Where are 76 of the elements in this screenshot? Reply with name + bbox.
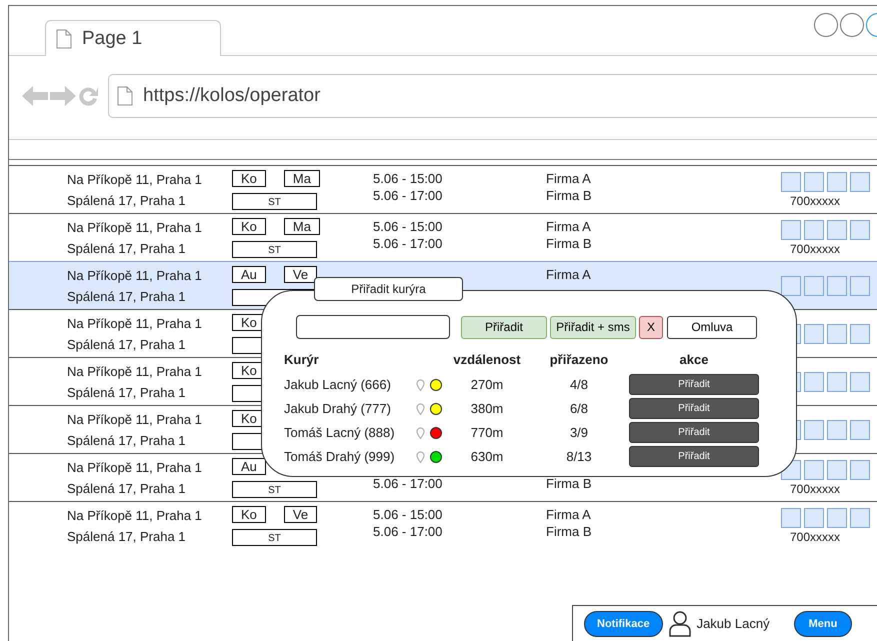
pickup-address: Na Příkopě 11, Praha 1 xyxy=(67,268,203,282)
company-to: Firma B xyxy=(546,476,592,491)
assigned-count: 4/8 xyxy=(568,377,590,392)
notifications-button[interactable]: Notifikace xyxy=(584,610,663,636)
close-button[interactable]: X xyxy=(639,316,663,338)
distance: 380m xyxy=(470,401,504,416)
dropoff-address: Spálená 17, Praha 1 xyxy=(67,384,187,400)
menu-button[interactable]: Menu xyxy=(794,610,852,636)
dropoff-address: Spálená 17, Praha 1 xyxy=(67,288,187,304)
browser-tab[interactable]: Page 1 xyxy=(45,20,221,56)
type-field: ST xyxy=(232,480,317,498)
pickup-address: Na Příkopě 11, Praha 1 xyxy=(67,508,203,522)
phone-number: 700xxxxx xyxy=(790,242,840,256)
pickup-address: Na Příkopě 11, Praha 1 xyxy=(67,220,203,234)
user-name: Jakub Lacný xyxy=(696,616,770,631)
company-to: Firma B xyxy=(546,188,592,203)
phone-number: 700xxxxx xyxy=(790,194,840,208)
company-from: Firma A xyxy=(546,267,592,282)
time-from: 5.06 - 15:00 xyxy=(373,171,444,186)
phone-number: 700xxxxx xyxy=(790,530,840,544)
time-to: 5.06 - 17:00 xyxy=(373,476,444,491)
time-to: 5.06 - 17:00 xyxy=(373,524,444,539)
tag: Ko xyxy=(232,218,266,234)
time-from: 5.06 - 15:00 xyxy=(373,219,444,234)
pickup-address: Na Příkopě 11, Praha 1 xyxy=(67,316,203,330)
distance: 270m xyxy=(470,377,504,392)
assigned-count: 3/9 xyxy=(568,425,590,440)
column-header: akce xyxy=(678,352,710,367)
tag: Ma xyxy=(284,170,320,186)
company-from: Firma A xyxy=(546,219,592,234)
column-header: Kurýr xyxy=(284,352,320,367)
tag: Ko xyxy=(232,506,266,522)
action-button[interactable]: Přiřadit xyxy=(461,316,547,338)
pickup-address: Na Příkopě 11, Praha 1 xyxy=(67,412,203,426)
tag: Ve xyxy=(284,266,318,282)
dropoff-address: Spálená 17, Praha 1 xyxy=(67,432,187,448)
tag: Ma xyxy=(284,218,320,234)
order-row[interactable]: Na Příkopě 11, Praha 1 Spálená 17, Praha 1 Ko Ma ST 5.06 - 15:00 5.06 - 17:00 Firma A Firma B 700xxxxx xyxy=(9,165,877,213)
type-field: ST xyxy=(232,240,317,258)
assign-button[interactable]: Přiřadit xyxy=(629,446,759,467)
assign-button[interactable]: Přiřadit xyxy=(629,374,759,395)
action-button[interactable]: Přiřadit + sms xyxy=(550,316,636,338)
tag: Ko xyxy=(232,170,266,186)
order-row[interactable]: Na Příkopě 11, Praha 1 Spálená 17, Praha 1 Ko Ve ST 5.06 - 15:00 5.06 - 17:00 Firma A Firma B 700xxxxx xyxy=(9,501,877,549)
assign-button[interactable]: Přiřadit xyxy=(629,398,759,419)
dropoff-address: Spálená 17, Praha 1 xyxy=(67,240,187,256)
assign-button[interactable]: Přiřadit xyxy=(629,422,759,443)
courier-name: Jakub Lacný (666) xyxy=(284,377,392,392)
pickup-address: Na Příkopě 11, Praha 1 xyxy=(67,172,203,186)
pickup-address: Na Příkopě 11, Praha 1 xyxy=(67,364,203,378)
type-field: ST xyxy=(232,528,317,546)
courier-name: Tomáš Lacný (888) xyxy=(284,425,396,440)
time-to: 5.06 - 17:00 xyxy=(373,236,444,251)
dropoff-address: Spálená 17, Praha 1 xyxy=(67,480,187,496)
dropoff-address: Spálená 17, Praha 1 xyxy=(67,336,187,352)
tag: Ve xyxy=(284,506,318,522)
time-to: 5.06 - 17:00 xyxy=(373,188,444,203)
type-field: ST xyxy=(232,192,317,210)
time-from: 5.06 - 15:00 xyxy=(373,507,444,522)
tag: Au xyxy=(232,266,266,282)
address-bar[interactable]: https://kolos/operator xyxy=(108,74,877,118)
company-to: Firma B xyxy=(546,524,592,539)
distance: 770m xyxy=(470,425,504,440)
column-header: přiřazeno xyxy=(548,352,610,367)
pickup-address: Na Příkopě 11, Praha 1 xyxy=(67,460,203,474)
company-from: Firma A xyxy=(546,507,592,522)
action-button[interactable]: Omluva xyxy=(667,316,757,338)
phone-number: 700xxxxx xyxy=(790,482,840,496)
courier-name: Jakub Drahý (777) xyxy=(284,401,392,416)
assigned-count: 6/8 xyxy=(568,401,590,416)
column-header: vzdálenost xyxy=(452,352,522,367)
company-to: Firma B xyxy=(546,236,592,251)
company-from: Firma A xyxy=(546,171,592,186)
dropoff-address: Spálená 17, Praha 1 xyxy=(67,192,187,208)
dropoff-address: Spálená 17, Praha 1 xyxy=(67,528,187,544)
dialog-title: Přiřadit kurýra xyxy=(314,277,463,301)
